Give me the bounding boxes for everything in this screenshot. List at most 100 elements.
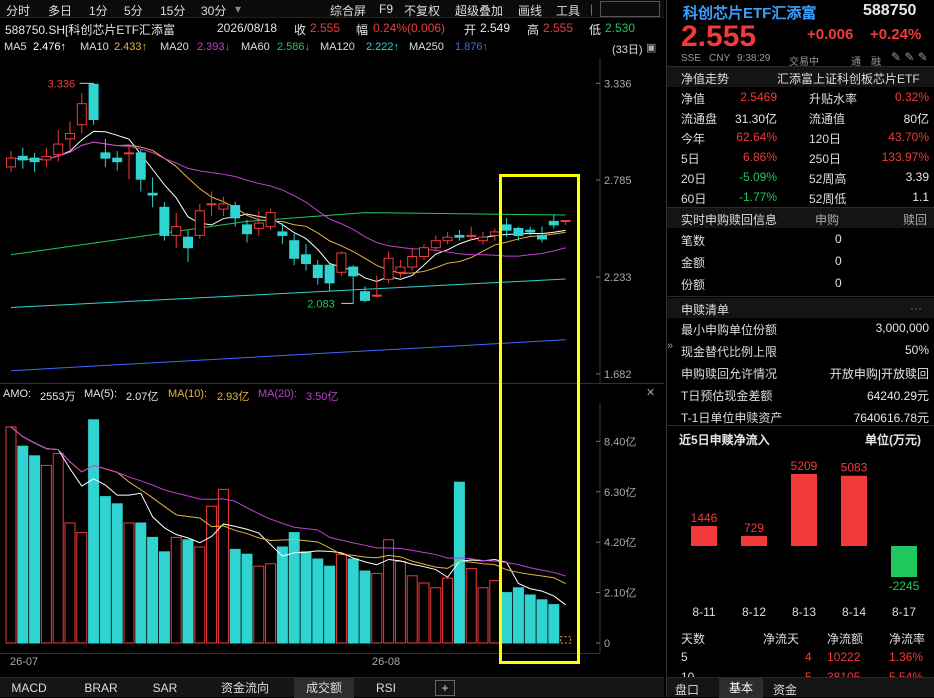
candle-body xyxy=(430,240,441,249)
volume-bar xyxy=(453,481,465,644)
nav-row[interactable]: 净值走势 汇添富上证科创板芯片ETF xyxy=(667,67,934,87)
flow-value: 5083 xyxy=(841,461,868,475)
flow-date: 8-12 xyxy=(742,605,766,619)
ma20-value: 2.393↓ xyxy=(197,41,231,53)
candle-body xyxy=(124,152,134,155)
volume-tick: 4.20亿 xyxy=(604,536,636,549)
candle-body xyxy=(360,291,370,301)
f9-button[interactable]: F9 xyxy=(379,2,393,16)
tab-brar[interactable]: BRAR xyxy=(75,678,127,698)
collapse-icon[interactable]: » xyxy=(667,340,673,352)
price-tick: 3.336 xyxy=(604,78,632,90)
quote-date: 2026/08/18 xyxy=(217,21,278,35)
ma10-label: MA10 xyxy=(80,41,109,53)
cell: 申购赎回允许情况 xyxy=(681,367,778,381)
volume-bar xyxy=(5,426,17,644)
cell: 120日 xyxy=(809,132,842,146)
close-value: 2.555 xyxy=(310,21,341,35)
volume-bar xyxy=(135,522,147,644)
volume-bar xyxy=(182,539,194,644)
quote-time: 9:38:29 xyxy=(737,53,771,64)
candle-body xyxy=(76,103,87,126)
no-adjust-button[interactable]: 不复权 xyxy=(404,2,440,19)
tab-orderbook[interactable]: 盘口 xyxy=(675,681,699,698)
candle-body xyxy=(41,155,52,161)
days-badge[interactable]: (33日) xyxy=(612,41,643,57)
volume-bar xyxy=(99,496,111,644)
volume-bar xyxy=(217,488,229,644)
composite-screen-button[interactable]: 综合屏 xyxy=(330,2,366,19)
tab-sar[interactable]: SAR xyxy=(142,678,188,698)
amo-label: AMO: xyxy=(3,388,32,400)
stats-row: 5日 6.86% 250日 133.97% xyxy=(667,147,934,167)
volume-bar xyxy=(29,455,41,644)
candle-body xyxy=(489,231,500,236)
exchange: SSE xyxy=(681,53,702,64)
cell: 升贴水率 xyxy=(809,92,858,106)
tab-5min[interactable]: 5分 xyxy=(124,2,143,19)
flow-value: 729 xyxy=(744,521,764,535)
date-tick: 26-07 xyxy=(10,656,39,668)
candle-body xyxy=(183,236,193,249)
cell: 流通值 xyxy=(809,112,846,126)
candle-body xyxy=(253,222,264,229)
candle-body xyxy=(206,203,217,206)
tab-1min[interactable]: 1分 xyxy=(89,2,108,19)
cell: 31.30亿 xyxy=(734,112,777,126)
candle-body xyxy=(53,143,64,156)
edit-icon[interactable]: ✎ ✎ ✎ xyxy=(891,50,928,64)
candle-body xyxy=(29,157,40,163)
tab-macd[interactable]: MACD xyxy=(0,678,58,698)
candle-body xyxy=(383,257,394,280)
price-tick: 1.682 xyxy=(604,369,632,381)
volume-bar xyxy=(253,565,265,644)
tools-button[interactable]: 工具 xyxy=(556,2,580,19)
tab-turnover[interactable]: 成交额 xyxy=(294,678,354,698)
currency: CNY xyxy=(709,53,731,64)
tab-15min[interactable]: 15分 xyxy=(160,2,185,19)
symbol-label: 588750.SH[科创芯片ETF汇添富 xyxy=(5,23,176,37)
tab-30min[interactable]: 30分 xyxy=(201,2,226,19)
ma5-label: MA5 xyxy=(4,41,27,53)
volume-bar xyxy=(335,553,347,644)
expand-icon[interactable]: ✕ xyxy=(646,386,655,399)
volume-bar xyxy=(300,551,312,644)
add-tab-button[interactable]: + xyxy=(435,680,455,696)
volume-bar xyxy=(371,572,383,644)
cell: 10222 xyxy=(827,650,861,664)
cell: 64240.29元 xyxy=(866,389,929,403)
redeem-header: 实时申购赎回信息 申购 赎回 xyxy=(667,208,934,228)
vol-ma10-label: MA(10): xyxy=(168,388,208,400)
price-change: +0.006 xyxy=(807,26,854,43)
flow-value: -2245 xyxy=(889,579,920,593)
overlay-button[interactable]: 超级叠加 xyxy=(455,2,503,19)
tab-capital-flow[interactable]: 资金流向 xyxy=(210,678,280,698)
search-box[interactable] xyxy=(600,1,660,17)
cell: T-1日单位申赎资产 xyxy=(681,411,783,425)
more-icon[interactable]: ··· xyxy=(910,301,922,315)
cell: 净值 xyxy=(681,92,706,106)
net-inflow-chart: 1446 8-11 729 8-12 5209 8-13 5083 8-14 -2245 8-17 xyxy=(691,459,920,619)
amo-value: 2553万 xyxy=(40,391,76,403)
expand-icon[interactable]: ▣ xyxy=(646,41,656,54)
vol-ma5-value: 2.07亿 xyxy=(126,391,159,403)
volume-bar xyxy=(52,452,64,644)
vol-ma20-label: MA(20): xyxy=(258,388,298,400)
more-periods-icon[interactable]: ▾ xyxy=(235,2,241,16)
separator-icon: | xyxy=(590,2,594,16)
volume-bar xyxy=(158,551,170,644)
tab-funds[interactable]: 资金 xyxy=(773,681,797,698)
tab-basic[interactable]: 基本 xyxy=(719,678,763,698)
candle-body xyxy=(147,192,158,196)
volume-bar xyxy=(88,419,100,644)
volume-bar xyxy=(324,565,336,644)
tab-fenshi[interactable]: 分时 xyxy=(6,2,30,19)
tab-multiday[interactable]: 多日 xyxy=(48,2,72,19)
cell: 20日 xyxy=(681,172,707,186)
tab-rsi[interactable]: RSI xyxy=(366,678,406,698)
change-value: 0.24%(0.006) xyxy=(373,21,446,35)
ma60-value: 2.586↓ xyxy=(277,41,311,53)
volume-tick: 8.40亿 xyxy=(604,435,636,448)
draw-line-button[interactable]: 画线 xyxy=(518,2,542,19)
vol-ma10-value: 2.93亿 xyxy=(217,391,250,403)
